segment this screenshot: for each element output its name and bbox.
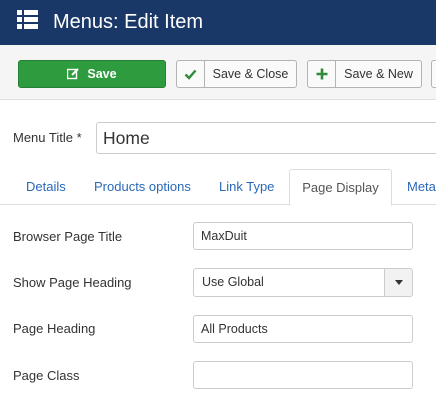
menu-title-label: Menu Title * (13, 130, 82, 145)
page-class-label: Page Class (13, 368, 80, 383)
toolbar: Save Save & Close Save & New (0, 45, 436, 100)
page-class-input[interactable] (193, 361, 413, 389)
tab-products-options[interactable]: Products options (94, 169, 191, 205)
show-page-heading-value: Use Global (202, 275, 264, 289)
caret-down-icon[interactable] (384, 269, 412, 296)
menu-title-input[interactable]: Home (96, 122, 436, 154)
save-button[interactable]: Save (18, 60, 166, 88)
page-heading-input[interactable]: All Products (193, 315, 413, 343)
browser-page-title-label: Browser Page Title (13, 229, 123, 244)
page-header: Menus: Edit Item (0, 0, 436, 45)
edit-icon (67, 68, 80, 80)
show-page-heading-label: Show Page Heading (13, 275, 132, 290)
save-close-label: Save & Close (212, 67, 289, 81)
page-heading-label: Page Heading (13, 321, 96, 336)
tab-details[interactable]: Details (26, 169, 66, 205)
tab-link-type[interactable]: Link Type (219, 169, 274, 205)
save-close-button[interactable]: Save & Close (176, 60, 297, 88)
tab-bar: Details Products options Link Type Page … (0, 169, 436, 206)
show-page-heading-select[interactable]: Use Global (193, 268, 413, 297)
more-toolbar-button[interactable] (431, 60, 436, 88)
save-new-button[interactable]: Save & New (307, 60, 422, 88)
tab-page-display[interactable]: Page Display (289, 169, 392, 206)
page-title: Menus: Edit Item (53, 11, 204, 33)
browser-page-title-input[interactable]: MaxDuit (193, 222, 413, 250)
save-button-label: Save (87, 67, 117, 81)
plus-icon (308, 61, 336, 87)
check-icon (177, 61, 205, 87)
list-menu-icon (17, 10, 38, 29)
tab-metadata[interactable]: Meta (407, 169, 436, 205)
save-new-label: Save & New (344, 67, 413, 81)
